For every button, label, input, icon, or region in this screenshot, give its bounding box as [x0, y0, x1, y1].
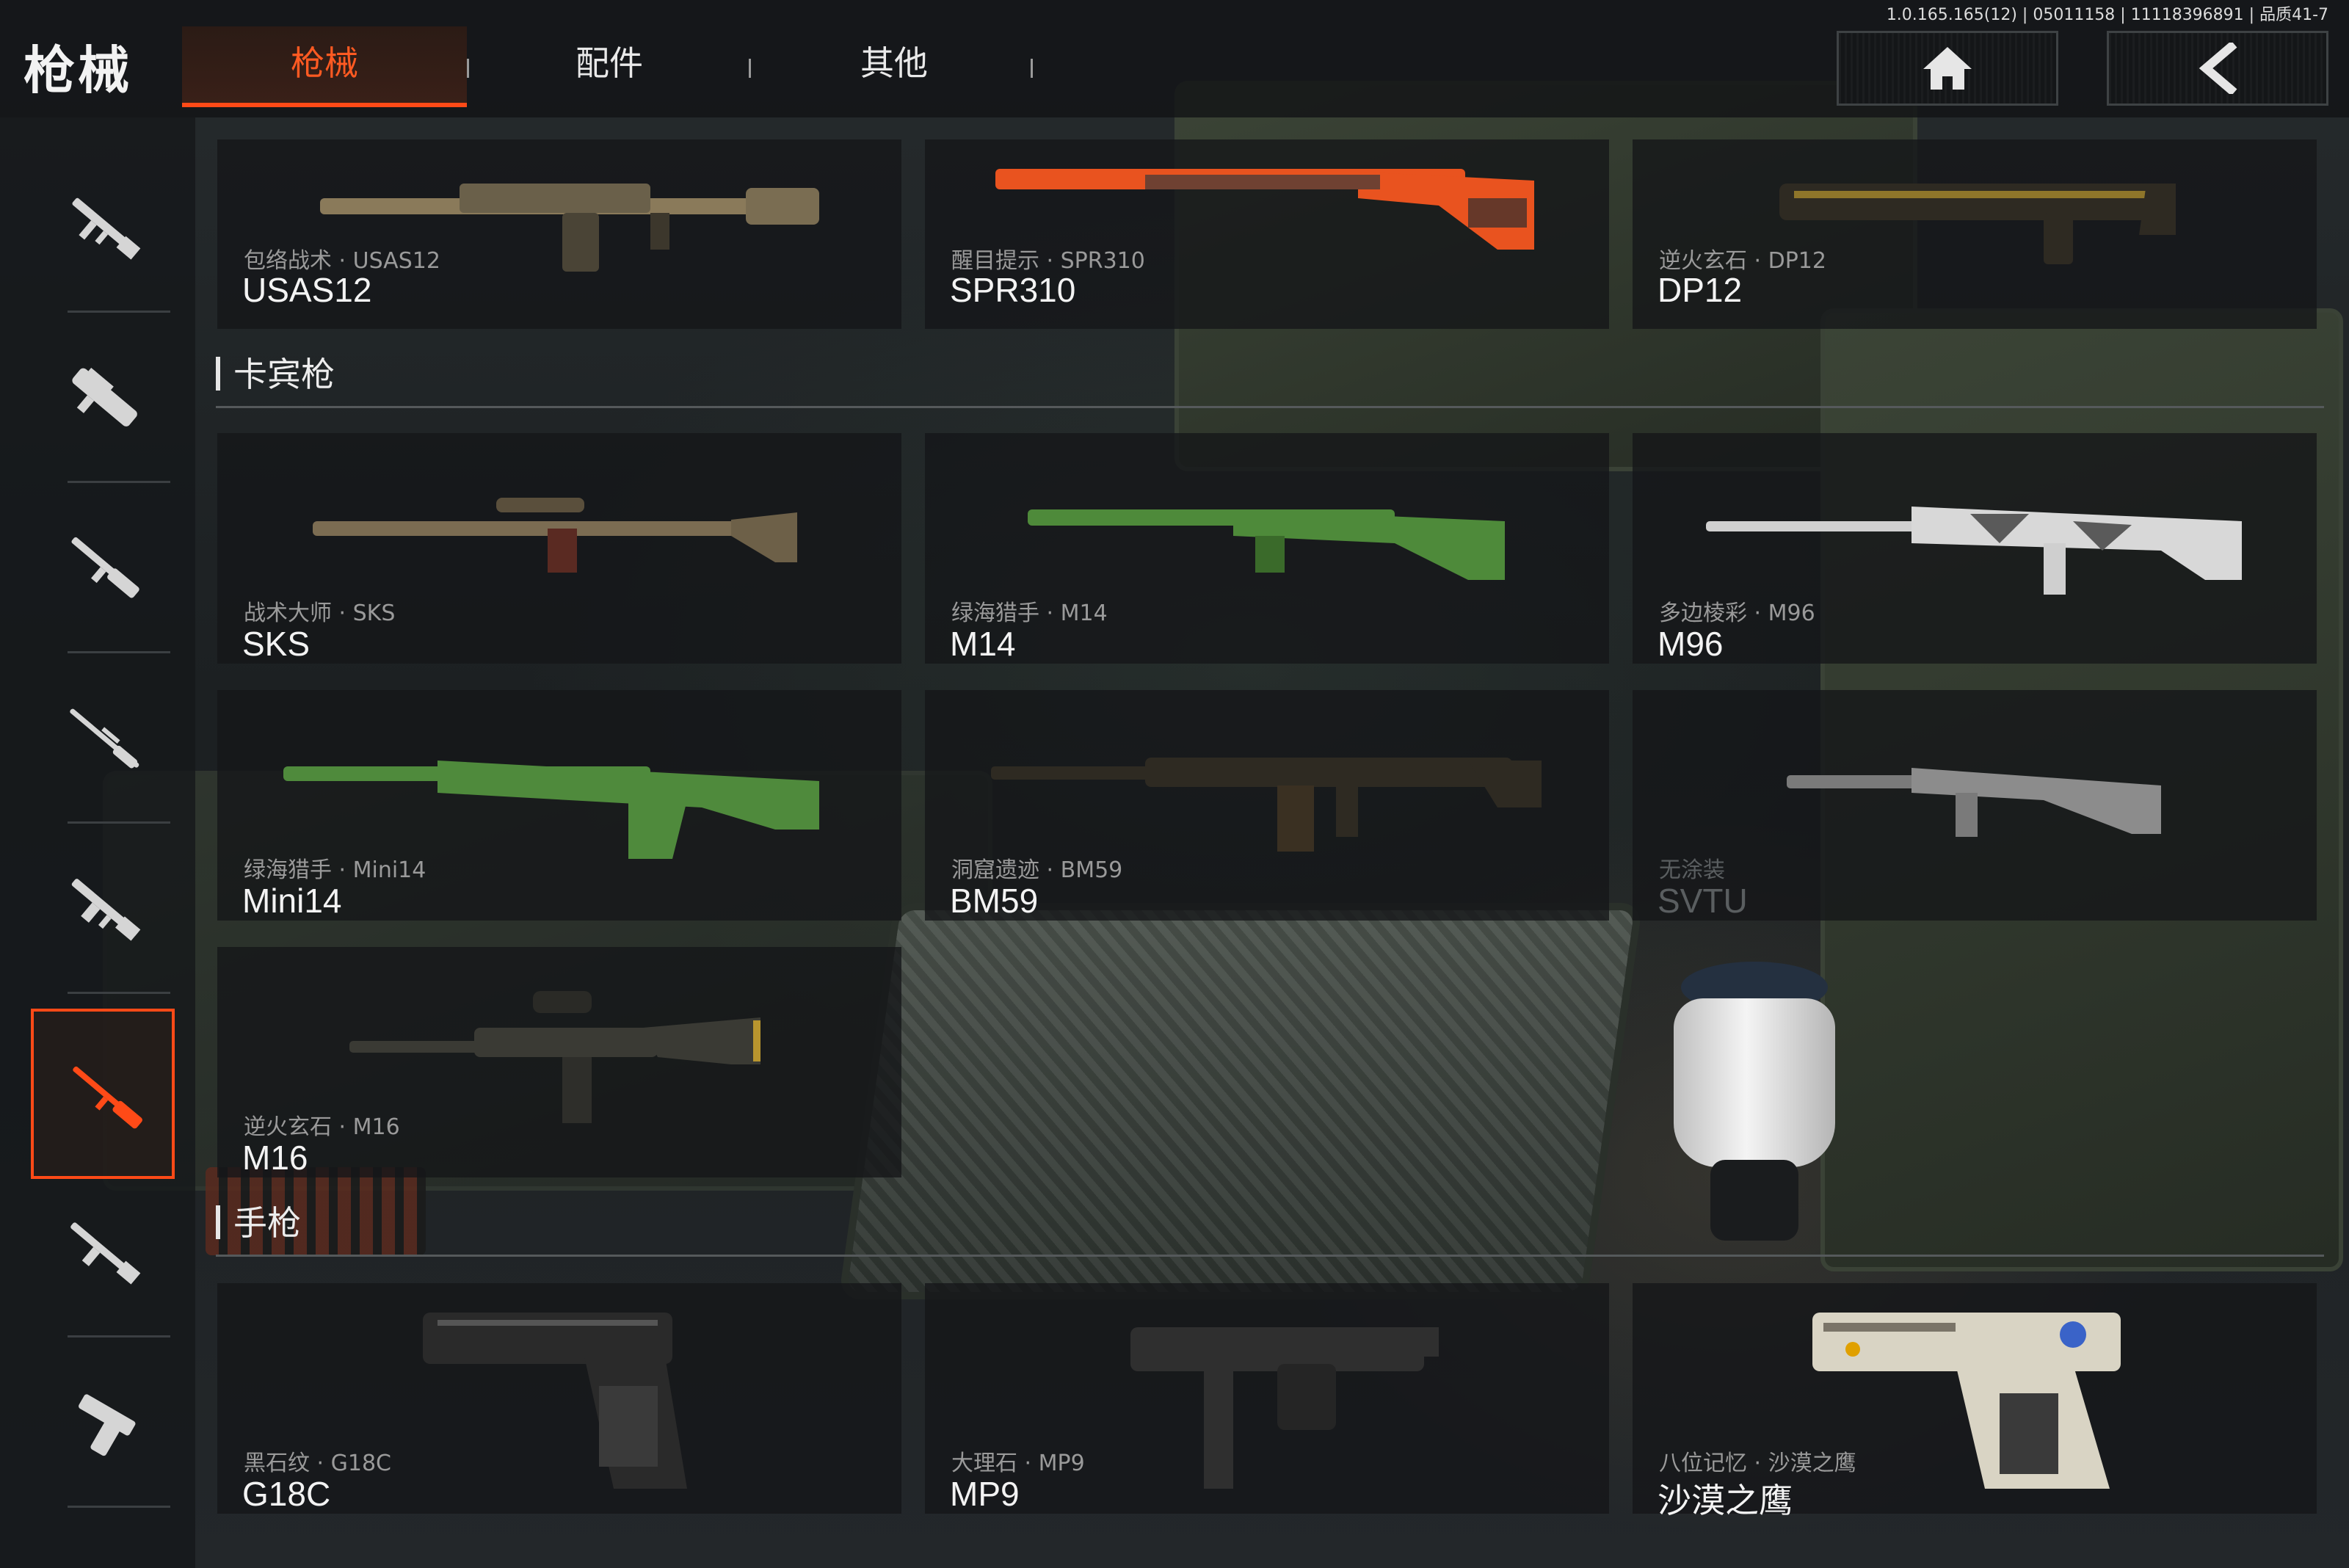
- smg-icon: [72, 367, 137, 427]
- section-header-carbine: 卡宾枪: [216, 348, 2324, 408]
- weapon-skin-label: 绿海猎手 · Mini14: [244, 857, 426, 883]
- weapon-name: SVTU: [1658, 882, 1748, 920]
- category-machine-gun[interactable]: [31, 824, 175, 994]
- weapon-name: SKS: [242, 625, 311, 663]
- rifle-icon: [70, 1222, 141, 1285]
- category-smg[interactable]: [31, 313, 175, 483]
- weapon-name: Mini14: [242, 882, 342, 920]
- m96-weapon-image: [1706, 507, 2242, 595]
- weapon-skin-label: 多边棱彩 · M96: [1659, 600, 1815, 626]
- weapon-name: G18C: [242, 1475, 331, 1513]
- category-assault-rifle[interactable]: [31, 142, 175, 313]
- tab-separator: [749, 59, 751, 78]
- weapon-name: 沙漠之鹰: [1658, 1481, 1793, 1520]
- sks-weapon-image: [313, 498, 797, 573]
- weapon-skin-label: 大理石 · MP9: [951, 1451, 1085, 1476]
- category-shotgun[interactable]: [31, 483, 175, 653]
- weapon-skin-label: 黑石纹 · G18C: [244, 1451, 391, 1476]
- pistol-icon: [79, 1394, 136, 1456]
- sniper-rifle-icon: [70, 708, 139, 769]
- weapon-skin-label: 洞窟遗迹 · BM59: [951, 857, 1123, 883]
- weapon-card-g18c[interactable]: 黑石纹 · G18C G18C: [217, 1283, 901, 1514]
- weapon-skin-label: 战术大师 · SKS: [244, 600, 396, 626]
- home-icon: [1923, 47, 1972, 90]
- category-rifle[interactable]: [31, 1167, 175, 1337]
- section-header-pistol: 手枪: [216, 1197, 2324, 1257]
- weapon-card-mp9[interactable]: 大理石 · MP9 MP9: [925, 1283, 1609, 1514]
- weapon-skin-label: 八位记忆 · 沙漠之鹰: [1659, 1451, 1856, 1476]
- weapon-name: M16: [242, 1139, 308, 1177]
- weapon-skin-label: 绿海猎手 · M14: [951, 600, 1108, 626]
- version-info: 1.0.165.165(12) | 05011158 | 11118396891…: [1886, 6, 2328, 24]
- weapon-card-m14[interactable]: 绿海猎手 · M14 M14: [925, 433, 1609, 664]
- weapon-card-mini14[interactable]: 绿海猎手 · Mini14 Mini14: [217, 690, 901, 921]
- section-title: 卡宾枪: [233, 355, 335, 394]
- weapon-card-bm59[interactable]: 洞窟遗迹 · BM59 BM59: [925, 690, 1609, 921]
- weapon-card-desert-eagle[interactable]: 八位记忆 · 沙漠之鹰 沙漠之鹰: [1633, 1283, 2317, 1520]
- weapon-name: DP12: [1658, 271, 1743, 309]
- page-title: 枪械: [23, 40, 132, 101]
- top-bar: 1.0.165.165(12) | 05011158 | 11118396891…: [0, 0, 2349, 117]
- category-pistol[interactable]: [31, 1337, 175, 1508]
- carbine-icon: [73, 1066, 142, 1129]
- machine-gun-icon: [71, 879, 141, 941]
- back-arrow-icon: [2199, 43, 2237, 94]
- weapon-name: M14: [950, 625, 1016, 663]
- weapon-skin-label: 逆火玄石 · M16: [244, 1114, 400, 1140]
- m14-weapon-image: [1028, 509, 1505, 580]
- weapon-card-spr310[interactable]: 醒目提示 · SPR310 SPR310: [925, 139, 1609, 329]
- weapon-card-usas12[interactable]: 包络战术 · USAS12 USAS12: [217, 139, 901, 329]
- weapon-skin-label: 无涂装: [1659, 857, 1725, 883]
- weapon-card-sks[interactable]: 战术大师 · SKS SKS: [217, 433, 901, 664]
- weapon-name: BM59: [950, 882, 1039, 920]
- weapon-card-m96[interactable]: 多边棱彩 · M96 M96: [1633, 433, 2317, 664]
- weapon-name: MP9: [950, 1475, 1020, 1513]
- weapon-category-sidebar: [0, 117, 195, 1568]
- weapon-name: USAS12: [242, 271, 372, 309]
- weapon-card-dp12[interactable]: 逆火玄石 · DP12 DP12: [1633, 139, 2317, 329]
- shotgun-icon: [71, 537, 139, 598]
- weapon-card-svtu-locked[interactable]: 无涂装 SVTU: [1633, 690, 2317, 921]
- back-button[interactable]: [2107, 31, 2328, 106]
- tab-separator: [1031, 59, 1033, 78]
- m16-weapon-image: [349, 991, 760, 1123]
- tab-guns[interactable]: 枪械: [182, 26, 467, 107]
- mp9-weapon-image: [1130, 1327, 1439, 1489]
- category-carbine[interactable]: [31, 1009, 175, 1179]
- weapon-name: M96: [1658, 625, 1724, 663]
- weapon-card-m16[interactable]: 逆火玄石 · M16 M16: [217, 947, 901, 1177]
- assault-rifle-icon: [72, 197, 141, 260]
- tab-accessories[interactable]: 配件: [467, 26, 752, 107]
- category-sniper-rifle[interactable]: [31, 653, 175, 824]
- tab-others[interactable]: 其他: [752, 26, 1036, 107]
- home-button[interactable]: [1837, 31, 2058, 106]
- section-title: 手枪: [233, 1203, 301, 1243]
- weapon-name: SPR310: [950, 271, 1076, 309]
